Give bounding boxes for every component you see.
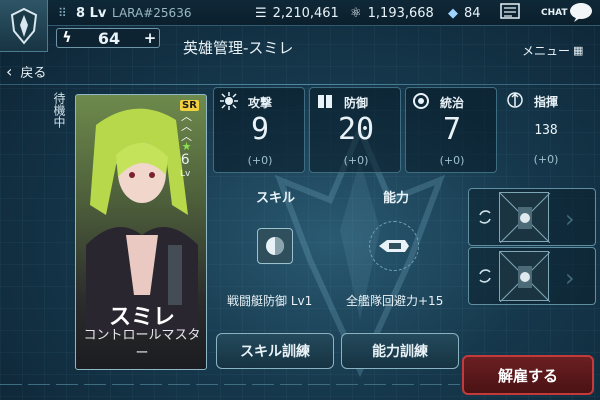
add-energy-button[interactable]: + <box>141 29 159 47</box>
chat-label[interactable]: CHAT <box>541 4 568 22</box>
resource-gas-value: 1,193,668 <box>367 5 434 21</box>
stat-bonus: (+0) <box>343 154 369 167</box>
star-icon: ★ <box>181 140 192 153</box>
chat-bubble-icon[interactable] <box>568 3 594 22</box>
equipment-item-icon[interactable] <box>499 251 551 303</box>
stat-label: 統治 <box>440 96 465 110</box>
leadership-icon <box>507 92 523 108</box>
equipment-slot-2[interactable]: › <box>468 247 596 305</box>
faction-logo-button[interactable] <box>0 0 48 52</box>
stat-bonus: (+0) <box>247 154 273 167</box>
hero-level: 6 Lv <box>180 153 190 181</box>
stat-leadership: 指揮 138 (+0) <box>500 87 592 173</box>
star-rank-icons: ︿ ︿ ︿ ★ <box>181 111 192 153</box>
defense-book-icon <box>318 95 332 108</box>
hero-class: コントロールマスター <box>83 328 201 361</box>
back-label: 戻る <box>20 66 47 81</box>
ability-name: 全艦隊回避力+15 <box>346 294 444 308</box>
stat-value: 20 <box>337 112 375 147</box>
stat-value: 138 <box>534 123 558 138</box>
resource-crystal[interactable]: ◆ 84 <box>448 4 481 22</box>
player-id: LARA#25636 <box>112 6 192 20</box>
swap-arrows-icon[interactable] <box>475 207 495 227</box>
stat-value: 9 <box>250 112 270 147</box>
chevron-left-icon: ‹ <box>6 62 13 81</box>
resource-ore-value: 2,210,461 <box>272 5 339 21</box>
skill-slot-button[interactable] <box>257 228 293 264</box>
energy-value: 64 <box>97 28 121 48</box>
stat-attack: 攻撃 9 (+0) <box>213 87 305 173</box>
dismiss-hero-button[interactable]: 解雇する <box>462 355 594 395</box>
menu-label: メニュー <box>522 44 571 58</box>
hero-status: 待機中 <box>52 92 66 128</box>
ability-slot-button[interactable] <box>369 221 419 271</box>
grid-dots-icon[interactable]: ⠿ <box>58 4 67 22</box>
resource-gas: ⚛ 1,193,668 <box>350 4 434 22</box>
stat-defense: 防御 20 (+0) <box>309 87 401 173</box>
stat-bonus: (+0) <box>439 154 465 167</box>
equipment-item-icon[interactable] <box>499 192 551 244</box>
swap-arrows-icon[interactable] <box>475 266 495 286</box>
header-divider <box>0 84 600 85</box>
stat-governance: 統治 7 (+0) <box>405 87 497 173</box>
hero-portrait-card[interactable]: SR ︿ ︿ ︿ ★ 6 Lv スミレ コントロールマスター <box>75 94 207 370</box>
stat-label: 指揮 <box>534 95 559 109</box>
attack-burst-icon <box>220 92 238 110</box>
chevron-right-icon[interactable]: › <box>565 205 575 233</box>
hero-level-value: 6 <box>180 152 190 168</box>
player-level: 8 Lv <box>76 5 107 21</box>
crystal-value: 84 <box>464 5 481 21</box>
ore-stack-icon: ☰ <box>255 5 267 21</box>
stat-value: 7 <box>442 112 462 147</box>
hero-level-unit: Lv <box>180 169 191 179</box>
equipment-slot-1[interactable]: › <box>468 188 596 246</box>
bottom-divider <box>0 384 460 385</box>
faction-shield-icon <box>10 7 37 45</box>
fleet-ship-icon <box>379 240 409 252</box>
resource-ore: ☰ 2,210,461 <box>255 4 339 22</box>
command-gear-icon <box>413 93 429 109</box>
menu-button[interactable]: メニュー ▦ <box>522 42 583 59</box>
page-title: 英雄管理-スミレ <box>183 39 294 57</box>
skill-training-button[interactable]: スキル訓練 <box>216 333 334 369</box>
ability-header: 能力 <box>383 191 410 206</box>
stat-bonus: (+0) <box>533 153 559 166</box>
lightning-icon: ϟ <box>62 30 72 46</box>
ability-training-button[interactable]: 能力訓練 <box>341 333 459 369</box>
back-button[interactable]: ‹ 戻る <box>6 62 46 81</box>
molecule-icon: ⚛ <box>350 5 362 21</box>
shield-disc-icon <box>266 237 284 255</box>
chevron-right-icon[interactable]: › <box>565 264 575 292</box>
energy-counter: ϟ 64 + <box>56 28 160 48</box>
skill-header: スキル <box>256 191 296 206</box>
stat-label: 防御 <box>344 96 369 110</box>
mail-icon[interactable] <box>500 3 520 21</box>
crystal-icon: ◆ <box>448 5 458 21</box>
stat-label: 攻撃 <box>248 96 273 110</box>
menu-grid-icon: ▦ <box>573 44 584 57</box>
skill-name: 戦闘艇防御 Lv1 <box>227 294 313 308</box>
